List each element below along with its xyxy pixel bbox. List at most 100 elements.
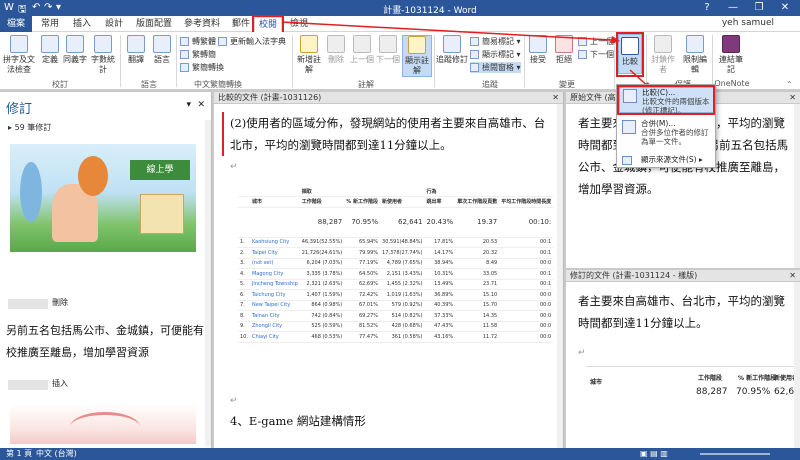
- zoom-slider[interactable]: [700, 453, 770, 455]
- revised-pane-header: 修訂的文件 (計畫-1031124 - 樣版) ✕: [566, 270, 800, 282]
- table-row: 1. Kaohsiung City 46,391(52.55%) 65.94% 30,5…: [238, 237, 554, 248]
- table-total: 88,287: [299, 207, 345, 238]
- table-cell: 00:1: [499, 268, 554, 280]
- table-cell: 579 (0.92%): [380, 300, 425, 311]
- view-mode-icons[interactable]: ▣ ▤ ▥: [640, 448, 668, 460]
- arrow-head: [611, 36, 620, 44]
- table-cell: 1,455 (2.32%): [380, 279, 425, 290]
- page-indicator[interactable]: 第 1 頁: [6, 448, 32, 460]
- author-avatar-placeholder: [8, 380, 48, 390]
- table-cell: 13.49%: [424, 279, 456, 290]
- compare-item-highlight: [617, 85, 715, 115]
- analytics-table-image: 擷取 行為 城市 工作階段 % 新工作階段 新使用者 跳出率 單次工作階段頁數 …: [238, 186, 558, 384]
- status-bar: 第 1 頁 中文 (台灣) ▣ ▤ ▥: [0, 448, 800, 460]
- compared-pane-close-icon[interactable]: ✕: [552, 92, 559, 104]
- table-header: 平均工作階段時間長度: [499, 196, 554, 208]
- revisions-title: 修訂: [6, 102, 33, 117]
- table-cell: 2,321 (2.63%): [299, 279, 345, 290]
- combine-menu-item[interactable]: 合併(M)... 合併多位作者的修訂為單一文件。: [619, 119, 714, 147]
- table-header: [238, 196, 250, 208]
- language-indicator[interactable]: 中文 (台灣): [36, 448, 77, 460]
- table-cell: 6.: [238, 289, 250, 301]
- revision-action-delete: 刪除: [52, 298, 68, 307]
- table-cell: Taipei City: [249, 247, 300, 259]
- table-cell: 00:1: [499, 247, 554, 259]
- table-header: 工作階段: [299, 196, 345, 208]
- table-cell: 46,391(52.55%): [299, 237, 345, 248]
- table-row: 3. (not set) 6,204 (7.03%) 77.19% 4,789 (7.6…: [238, 258, 554, 269]
- table-cell: 00:1: [499, 279, 554, 290]
- table-cell: 525 (0.59%): [299, 321, 345, 332]
- combine-menu-label: 合併(M)...: [641, 119, 676, 128]
- table-cell: 742 (0.84%): [299, 310, 345, 322]
- paragraph-mark: ↵: [230, 396, 238, 406]
- table-cell: 79.99%: [344, 247, 381, 259]
- image-banner: 線上學: [130, 160, 190, 180]
- table-cell: 514 (0.82%): [380, 310, 425, 322]
- table-cell: 47.43%: [424, 321, 456, 332]
- table-cell: 3,335 (3.78%): [299, 268, 345, 280]
- arrow-line: [281, 21, 613, 41]
- table-cell: 11.58: [455, 321, 500, 332]
- table-cell: [455, 186, 500, 197]
- table-header: 城市: [249, 196, 300, 208]
- table-cell: 10.31%: [424, 268, 456, 280]
- author-avatar-placeholder: [8, 299, 48, 309]
- table-cell: 468 (0.53%): [299, 331, 345, 343]
- table-cell: 67.01%: [344, 300, 381, 311]
- table-cell: 17.81%: [424, 237, 456, 248]
- pane-options-icon[interactable]: ▾: [186, 100, 191, 110]
- table-cell: 37.33%: [424, 310, 456, 322]
- table-header: 跳出率: [424, 196, 456, 208]
- table-cell: 14.35: [455, 310, 500, 322]
- revised-table-header: % 新工作階段: [738, 375, 777, 382]
- table-row: 2. Taipei City 21,726(24.61%) 79.99% 17,378(…: [238, 247, 554, 259]
- show-source-label: 顯示來源文件(S): [641, 155, 697, 164]
- table-cell: 62.69%: [344, 279, 381, 290]
- table-total: 70.95%: [344, 207, 381, 238]
- table-cell: 20.53: [455, 237, 500, 248]
- revised-pane-title: 修訂的文件 (計畫-1031124 - 樣版): [570, 271, 698, 280]
- combine-menu-description: 合併多位作者的修訂為單一文件。: [641, 128, 709, 146]
- revision-image: 線上學: [10, 144, 196, 252]
- combine-menu-icon: [622, 120, 636, 134]
- character-hair: [78, 156, 108, 196]
- table-cell: 15.10: [455, 289, 500, 301]
- revisions-scrollbar[interactable]: [205, 120, 211, 446]
- table-group-header: 擷取: [299, 186, 345, 197]
- compared-scrollbar[interactable]: [557, 104, 563, 448]
- revision-author-row: 插入: [8, 378, 198, 392]
- pane-close-icon[interactable]: ✕: [197, 100, 205, 110]
- revised-document-pane: 修訂的文件 (計畫-1031124 - 樣版) ✕ 者主要來自高雄市、台北市，平均…: [566, 270, 800, 448]
- original-pane-close-icon[interactable]: ✕: [789, 92, 796, 104]
- change-bar: [222, 112, 224, 156]
- table-row: 10. Chiayi City 468 (0.53%) 77.47% 361 (0.58…: [238, 331, 554, 343]
- revised-scrollbar[interactable]: [794, 282, 800, 448]
- table-cell: [238, 207, 250, 238]
- table-cell: 15.70: [455, 300, 500, 311]
- revised-table-total: 88,287: [696, 387, 728, 397]
- table-cell: 5.: [238, 279, 250, 290]
- table-cell: 00:0: [499, 310, 554, 322]
- table-cell: Jincheng Township: [249, 279, 300, 290]
- table-cell: Magong City: [249, 268, 300, 280]
- table-row: 7. New Taipei City 864 (0.98%) 67.01% 579 (0…: [238, 300, 554, 311]
- table-total: 00:10:: [499, 207, 554, 238]
- table-cell: 00:0: [499, 331, 554, 343]
- table-row: 5. Jincheng Township 2,321 (2.63%) 62.69% 1,…: [238, 279, 554, 290]
- revised-table-total: 70.95%: [736, 387, 771, 397]
- table-header: 單次工作階段頁數: [455, 196, 500, 208]
- table-cell: 2.: [238, 247, 250, 259]
- revision-count[interactable]: ▸ 59 筆修訂: [8, 122, 51, 133]
- table-cell: 30,591(48.84%): [380, 237, 425, 248]
- table-cell: 00:1: [499, 237, 554, 248]
- revised-pane-close-icon[interactable]: ✕: [789, 270, 796, 282]
- original-scrollbar[interactable]: [794, 104, 800, 268]
- table-cell: 361 (0.58%): [380, 331, 425, 343]
- table-cell: [249, 186, 300, 197]
- table-total: 19.37: [455, 207, 500, 238]
- revised-text: 者主要來自高雄市、台北市，平均的瀏覽時間都到達11分鐘以上。: [578, 294, 785, 330]
- show-source-menu-item[interactable]: 顯示來源文件(S) ▸: [619, 155, 714, 166]
- analytics-table: 擷取 行為 城市 工作階段 % 新工作階段 新使用者 跳出率 單次工作階段頁數 …: [238, 186, 554, 343]
- table-row: 4. Magong City 3,335 (3.78%) 64.50% 2,151 (3…: [238, 268, 554, 280]
